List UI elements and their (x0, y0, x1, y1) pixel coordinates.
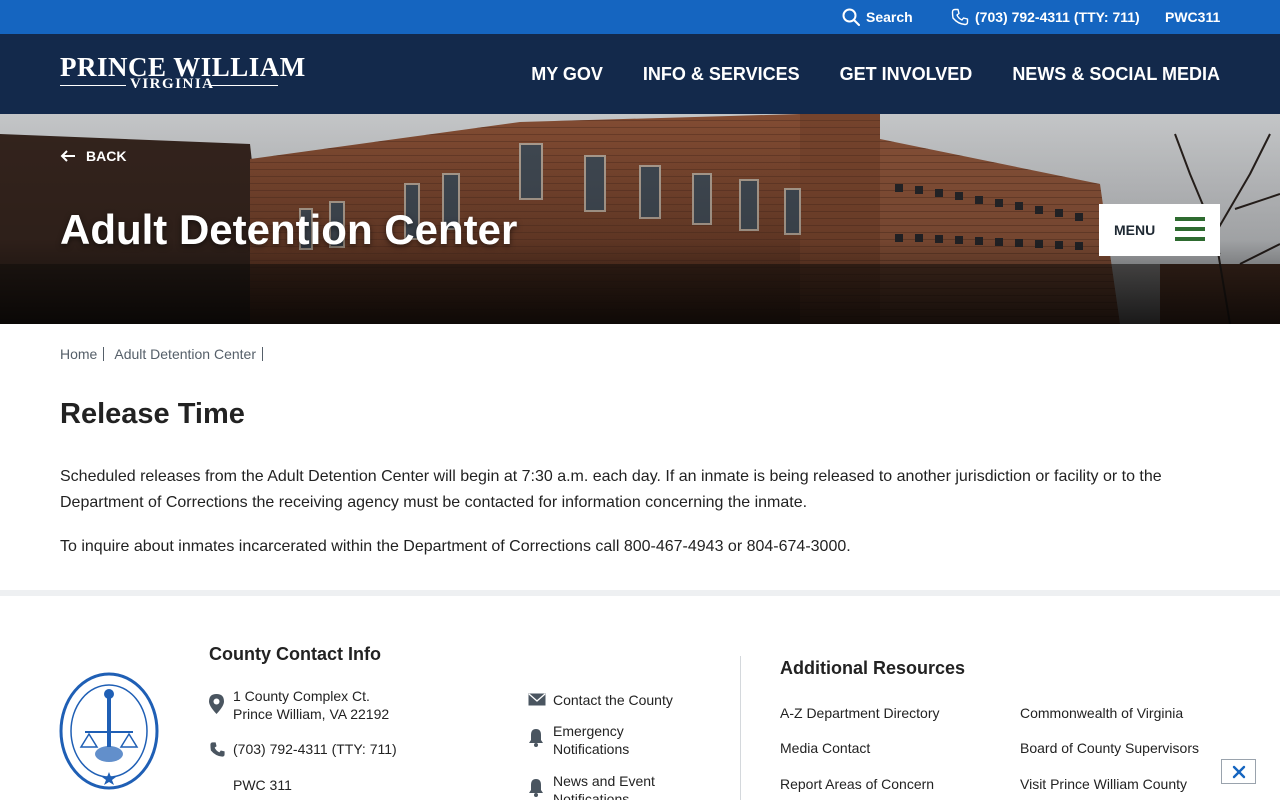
news-notifications-line1[interactable]: News and Event (553, 772, 655, 790)
resource-link-visit-county[interactable]: Visit Prince William County (1020, 776, 1187, 792)
search-icon (842, 8, 860, 26)
bell-icon (529, 779, 543, 797)
resource-link-board-supervisors[interactable]: Board of County Supervisors (1020, 740, 1199, 756)
release-paragraph: Scheduled releases from the Adult Detent… (60, 468, 1162, 511)
envelope-icon (528, 693, 546, 706)
hero-banner: BACK Adult Detention Center MENU (0, 114, 1280, 324)
logo-rule-left (60, 85, 126, 86)
phone-icon (210, 742, 225, 757)
nav-news-social[interactable]: NEWS & SOCIAL MEDIA (1012, 64, 1220, 85)
county-logo[interactable]: PRINCE WILLIAM VIRGINIA (60, 52, 305, 96)
page-title: Adult Detention Center (60, 206, 518, 253)
county-contact-heading: County Contact Info (209, 644, 381, 664)
address-line-2[interactable]: Prince William, VA 22192 (233, 705, 389, 723)
address-line-1[interactable]: 1 County Complex Ct. (233, 687, 370, 705)
logo-subtitle: VIRGINIA (130, 76, 215, 92)
bell-icon (529, 729, 543, 747)
map-pin-icon (209, 694, 224, 714)
main-header: PRINCE WILLIAM VIRGINIA MY GOV INFO & SE… (0, 34, 1280, 114)
logo-rule-right (210, 85, 278, 86)
footer-pwc311-link[interactable]: PWC 311 (233, 776, 292, 794)
resource-link-report-concern[interactable]: Report Areas of Concern (780, 776, 934, 792)
contact-county-link[interactable]: Contact the County (553, 691, 673, 709)
resource-link-az-directory[interactable]: A-Z Department Directory (780, 705, 939, 721)
breadcrumb-adult-detention-center[interactable]: Adult Detention Center (114, 347, 263, 361)
footer-phone-link[interactable]: (703) 792-4311 (TTY: 711) (233, 740, 397, 758)
news-notifications-line2[interactable]: Notifications (553, 790, 629, 800)
utility-bar: Search (703) 792-4311 (TTY: 711) PWC311 (0, 0, 1280, 34)
nav-my-gov[interactable]: MY GOV (531, 64, 603, 85)
emergency-notifications-line2[interactable]: Notifications (553, 740, 629, 758)
resource-link-media-contact[interactable]: Media Contact (780, 740, 870, 756)
phone-label: (703) 792-4311 (TTY: 711) (975, 9, 1140, 25)
nav-info-services[interactable]: INFO & SERVICES (643, 64, 800, 85)
section-title: Release Time (60, 398, 245, 430)
close-button[interactable] (1221, 759, 1256, 784)
back-link[interactable]: BACK (60, 148, 126, 164)
breadcrumb: Home Adult Detention Center (60, 347, 273, 361)
phone-link[interactable]: (703) 792-4311 (TTY: 711) (951, 0, 1140, 34)
close-icon (1232, 765, 1245, 778)
search-label: Search (866, 9, 913, 25)
back-label: BACK (86, 148, 127, 164)
resource-link-commonwealth[interactable]: Commonwealth of Virginia (1020, 705, 1183, 721)
footer-divider (740, 656, 741, 800)
county-seal-icon (59, 672, 159, 790)
nav-get-involved[interactable]: GET INVOLVED (840, 64, 973, 85)
hamburger-icon (1175, 217, 1205, 242)
main-nav: MY GOV INFO & SERVICES GET INVOLVED NEWS… (531, 34, 1220, 114)
menu-label: MENU (1114, 222, 1156, 238)
pwc311-label: PWC311 (1165, 9, 1221, 25)
phone-icon (951, 8, 969, 26)
inquiry-paragraph: To inquire about inmates incarcerated wi… (60, 538, 851, 555)
footer-separator (0, 590, 1280, 596)
search-link[interactable]: Search (842, 0, 913, 34)
additional-resources-heading: Additional Resources (780, 658, 966, 678)
breadcrumb-home[interactable]: Home (60, 347, 105, 361)
arrow-left-icon (60, 150, 75, 162)
emergency-notifications-line1[interactable]: Emergency (553, 722, 624, 740)
menu-button[interactable]: MENU (1099, 204, 1220, 256)
pwc311-link[interactable]: PWC311 (1165, 0, 1220, 34)
